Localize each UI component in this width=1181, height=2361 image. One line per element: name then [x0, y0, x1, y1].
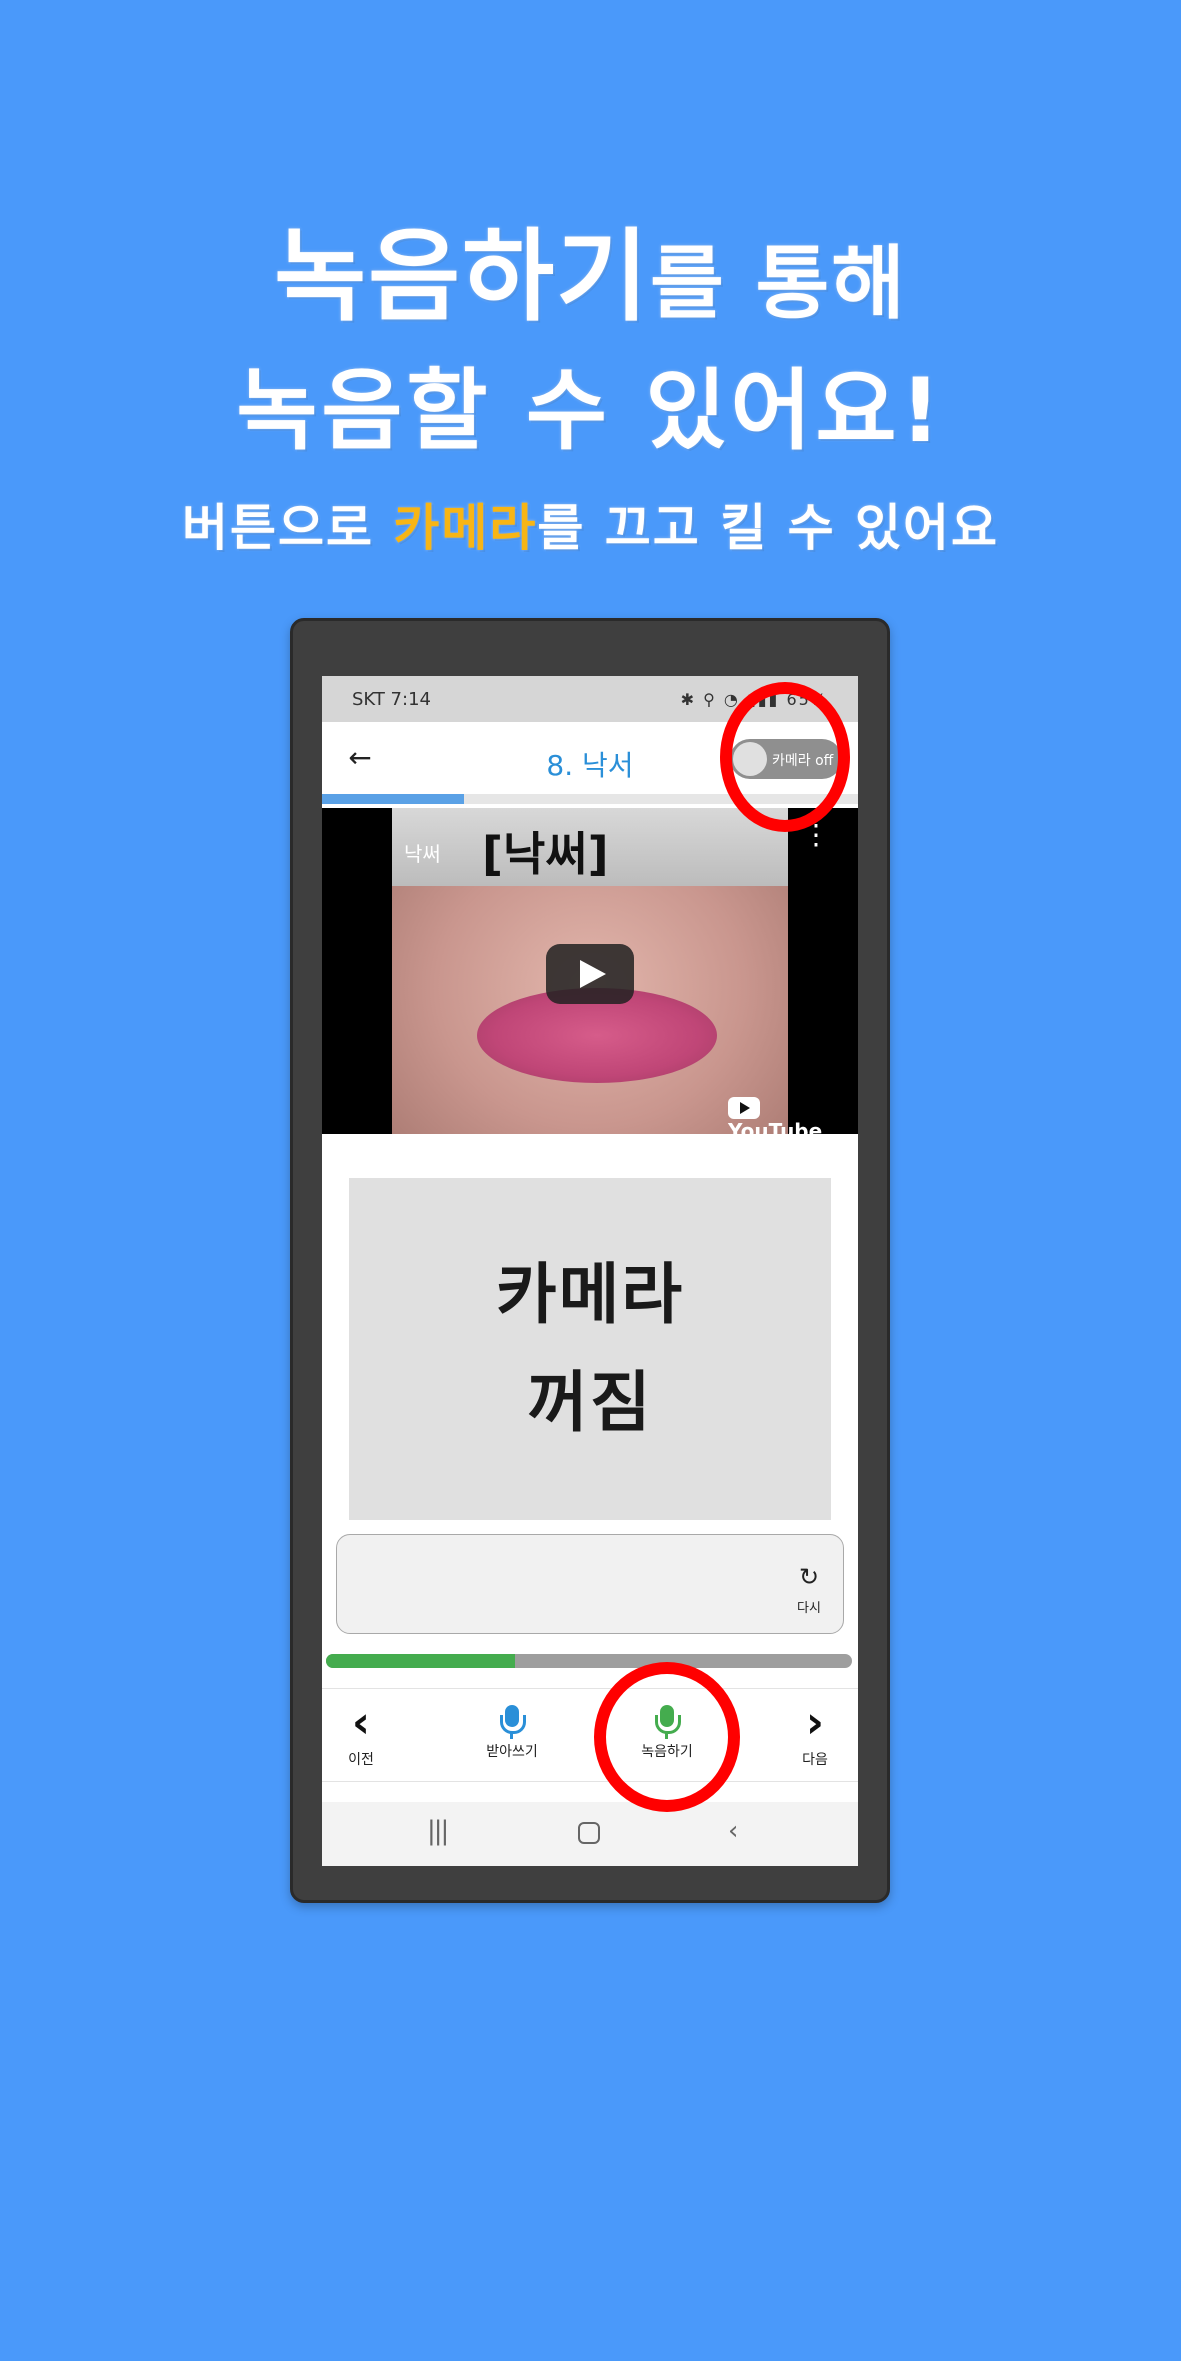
next-button[interactable]: › 다음 [790, 1701, 840, 1769]
promo-subtitle: 버튼으로 카메라를 끄고 킬 수 있어요 [0, 488, 1181, 560]
video-title: [낙써] [482, 827, 609, 881]
recording-progress-fill [326, 1654, 516, 1668]
camera-status-line2: 꺼짐 [527, 1364, 653, 1441]
phone-screen: SKT 7:14 ✱ ⚲ ◔ ▮▮▮ 65% ← 8. 낙서 카메라 off 낙… [322, 676, 858, 1866]
promo-subtitle-before: 버튼으로 [181, 499, 394, 557]
dictation-label: 받아쓰기 [486, 1744, 538, 1760]
camera-status-line1: 카메라 [495, 1256, 685, 1333]
promo-headline-rest: 를 통해 [650, 237, 907, 330]
chevron-right-icon: › [805, 1697, 825, 1748]
youtube-label: YouTube [728, 1118, 823, 1143]
more-vert-icon[interactable]: ⋮ [802, 821, 830, 849]
promo-headline-bold: 녹음하기 [274, 218, 651, 335]
promo-headline-line2: 녹음할 수 있어요! [236, 359, 945, 462]
system-back-icon[interactable]: ‹ [728, 1816, 738, 1846]
video-player[interactable]: 낙써 [낙써] ⋮ YouTube [322, 808, 858, 1143]
camera-preview: 카메라 꺼짐 [349, 1178, 831, 1520]
video-channel-label: 낙써 [404, 842, 441, 866]
status-carrier-time: SKT 7:14 [352, 688, 431, 710]
mic-icon [500, 1705, 526, 1739]
bottom-nav: ‹ 이전 받아쓰기 녹음하기 › 다음 [322, 1688, 858, 1782]
recording-progress-bar [326, 1654, 852, 1668]
refresh-label: 다시 [797, 1601, 821, 1616]
promo-headline-line1: 녹음하기를 통해 [0, 195, 1181, 340]
answer-field[interactable]: ↻ 다시 [336, 1534, 844, 1634]
promo-subtitle-after: 를 끄고 킬 수 있어요 [537, 499, 1000, 557]
refresh-icon[interactable]: ↻ [799, 1563, 819, 1591]
play-button[interactable] [546, 944, 634, 1004]
home-icon[interactable] [578, 1822, 600, 1844]
recent-apps-icon[interactable]: ||| [427, 1816, 449, 1846]
prev-button[interactable]: ‹ 이전 [336, 1701, 386, 1769]
prev-label: 이전 [348, 1752, 374, 1768]
youtube-logo: YouTube [728, 1094, 858, 1143]
promo-subtitle-highlight: 카메라 [393, 499, 538, 557]
lesson-progress-fill [322, 794, 465, 804]
highlight-circle-record [594, 1662, 740, 1812]
chevron-left-icon: ‹ [351, 1697, 371, 1748]
dictation-button[interactable]: 받아쓰기 [472, 1701, 552, 1761]
highlight-circle-toggle [720, 682, 850, 832]
system-nav-bar: ||| ‹ [322, 1802, 858, 1866]
next-label: 다음 [802, 1752, 828, 1768]
youtube-icon [728, 1096, 760, 1119]
